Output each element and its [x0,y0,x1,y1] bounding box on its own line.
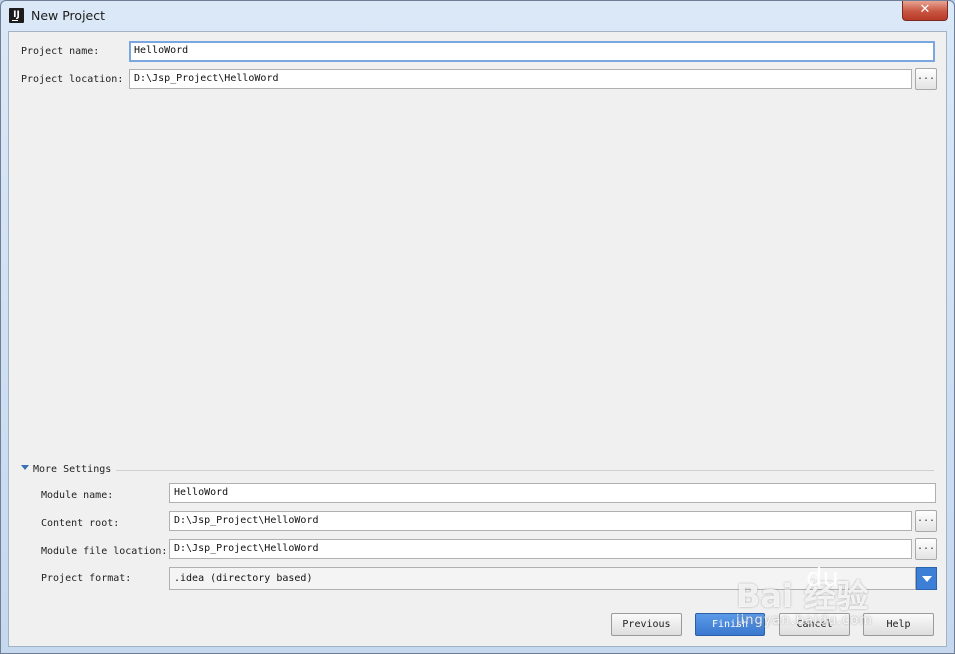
project-location-browse-button[interactable]: ... [915,68,937,90]
new-project-dialog: IJ New Project ✕ Project name: HelloWord… [0,0,955,654]
module-file-location-label: Module file location: [41,546,168,557]
baidu-paw-logo: du [806,563,839,593]
module-name-input[interactable]: HelloWord [169,483,936,503]
title-bar[interactable]: IJ New Project ✕ [1,1,954,31]
content-root-browse-button[interactable]: ... [915,510,937,532]
content-root-label: Content root: [41,518,120,529]
baidu-watermark: Bai 经验 du jingyan.baidu.com [736,563,941,641]
watermark-url: jingyan.baidu.com [736,613,873,628]
more-settings-collapse-icon[interactable] [21,463,31,473]
module-file-location-browse-button[interactable]: ... [915,538,937,560]
project-location-label: Project location: [21,74,124,85]
project-format-label: Project format: [41,573,132,584]
more-settings-header[interactable]: More Settings [33,463,111,477]
dialog-title: New Project [31,8,106,23]
project-location-input[interactable]: D:\Jsp_Project\HelloWord [129,69,912,89]
project-name-input[interactable]: HelloWord [129,41,935,62]
intellij-app-icon: IJ [9,8,24,23]
dialog-content: Project name: HelloWord Project location… [8,31,947,647]
previous-button[interactable]: Previous [611,613,682,636]
module-file-location-input[interactable]: D:\Jsp_Project\HelloWord [169,539,912,559]
module-name-label: Module name: [41,490,114,501]
more-settings-divider [116,470,934,471]
project-name-label: Project name: [21,46,100,57]
content-root-input[interactable]: D:\Jsp_Project\HelloWord [169,511,912,531]
close-button[interactable]: ✕ [902,1,948,21]
watermark-brand: Bai 经验 [736,577,869,615]
